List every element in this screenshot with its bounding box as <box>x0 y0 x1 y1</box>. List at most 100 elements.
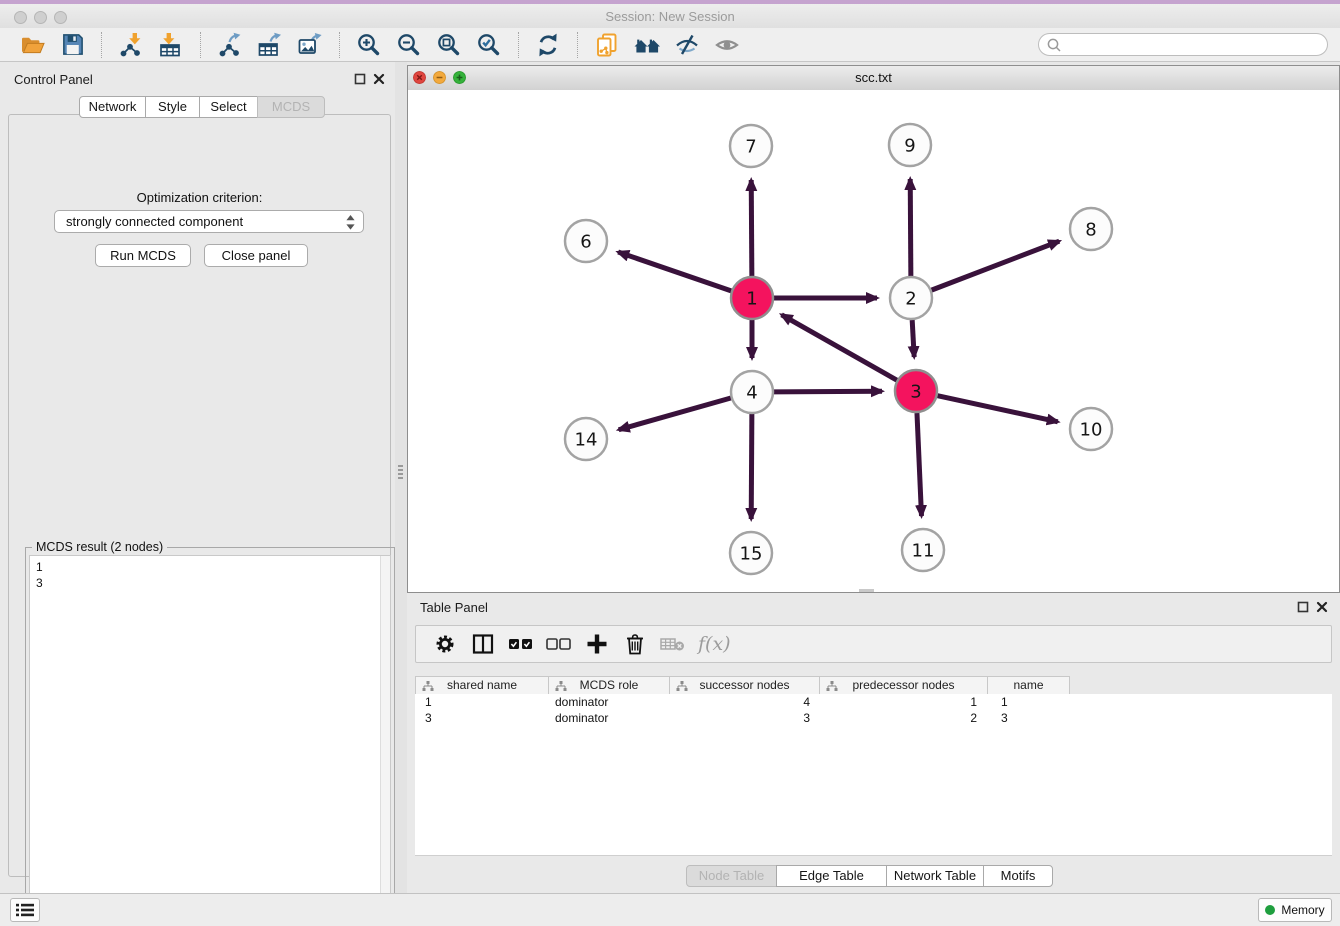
cell-predecessor-nodes[interactable]: 1 <box>822 694 991 710</box>
deselect-all-button[interactable] <box>546 631 572 657</box>
column-header-successor-nodes[interactable]: successor nodes <box>669 676 820 695</box>
graph-edge-4-14[interactable] <box>619 398 731 430</box>
close-panel-button[interactable]: Close panel <box>204 244 308 267</box>
network-view-window[interactable]: scc.txt 1234678910111415 <box>407 65 1340 593</box>
function-builder-button[interactable]: f(x) <box>698 633 731 655</box>
show-all-button[interactable] <box>713 31 741 59</box>
tab-network-table[interactable]: Network Table <box>886 865 984 887</box>
memory-button[interactable]: Memory <box>1258 898 1332 922</box>
export-table-icon <box>257 32 283 58</box>
select-all-button[interactable] <box>508 631 534 657</box>
table-row[interactable]: 1 dominator 4 1 1 <box>415 694 1332 710</box>
graph-edge-4-15[interactable] <box>751 414 752 519</box>
network-window-titlebar[interactable]: scc.txt <box>408 66 1339 91</box>
graph-edge-3-10[interactable] <box>937 396 1057 422</box>
cell-successor-nodes[interactable]: 3 <box>671 710 822 726</box>
main-titlebar[interactable]: Session: New Session <box>0 4 1340 29</box>
task-history-button[interactable] <box>10 898 40 922</box>
tab-style[interactable]: Style <box>145 96 200 118</box>
refresh-layout-button[interactable] <box>534 31 562 59</box>
cell-shared-name[interactable]: 3 <box>415 710 549 726</box>
search-input[interactable] <box>1038 33 1328 56</box>
clone-network-button[interactable] <box>593 31 621 59</box>
cell-name[interactable]: 3 <box>991 710 1074 726</box>
cell-successor-nodes[interactable]: 4 <box>671 694 822 710</box>
delete-table-icon <box>660 634 686 654</box>
panel-splitter[interactable] <box>395 62 407 893</box>
tab-node-table[interactable]: Node Table <box>686 865 777 887</box>
add-column-button[interactable] <box>584 631 610 657</box>
mcds-result-group: MCDS result (2 nodes) 1 3 <box>25 547 395 921</box>
column-label: predecessor nodes <box>852 678 954 692</box>
cell-shared-name[interactable]: 1 <box>415 694 549 710</box>
graph-edge-4-3[interactable] <box>774 391 882 392</box>
float-panel-icon[interactable] <box>354 73 366 85</box>
export-image-icon <box>297 32 323 58</box>
close-table-panel-icon[interactable] <box>1316 601 1328 613</box>
delete-column-button[interactable] <box>622 631 648 657</box>
graph-edge-2-8[interactable] <box>932 241 1060 290</box>
graph-edge-3-11[interactable] <box>917 413 922 516</box>
splitter-handle-icon[interactable] <box>398 465 403 481</box>
cell-predecessor-nodes[interactable]: 2 <box>822 710 991 726</box>
plus-icon <box>585 632 609 656</box>
criterion-label: Optimization criterion: <box>9 190 390 205</box>
cell-mcds-role[interactable]: dominator <box>549 710 671 726</box>
graph-edge-1-7[interactable] <box>751 180 752 276</box>
org-chart-icon <box>555 681 567 692</box>
network-graph[interactable]: 1234678910111415 <box>408 90 1339 592</box>
float-table-panel-icon[interactable] <box>1297 601 1309 613</box>
open-session-button[interactable] <box>18 31 46 59</box>
graph-edge-3-1[interactable] <box>782 315 897 380</box>
zoom-fit-icon <box>436 32 462 58</box>
trash-icon <box>623 632 647 656</box>
tab-motifs[interactable]: Motifs <box>983 865 1053 887</box>
graph-node-label-3: 3 <box>910 381 921 402</box>
gear-icon <box>433 632 457 656</box>
column-header-name[interactable]: name <box>987 676 1070 695</box>
column-header-shared-name[interactable]: shared name <box>415 676 549 695</box>
graph-node-label-11: 11 <box>912 540 935 561</box>
first-neighbors-button[interactable] <box>633 31 661 59</box>
hide-eye-icon <box>674 32 700 58</box>
network-canvas[interactable]: 1234678910111415 <box>408 90 1339 592</box>
zoom-out-button[interactable] <box>395 31 423 59</box>
graph-edge-1-6[interactable] <box>618 252 731 291</box>
tab-mcds[interactable]: MCDS <box>257 96 325 118</box>
tab-select[interactable]: Select <box>199 96 258 118</box>
zoom-fit-button[interactable] <box>435 31 463 59</box>
graph-edge-2-9[interactable] <box>910 179 911 276</box>
import-network-button[interactable] <box>117 31 145 59</box>
export-table-button[interactable] <box>256 31 284 59</box>
result-scrollbar[interactable] <box>380 556 390 916</box>
zoom-in-icon <box>356 32 382 58</box>
table-settings-button[interactable] <box>432 631 458 657</box>
close-panel-icon[interactable] <box>373 73 385 85</box>
tab-edge-table[interactable]: Edge Table <box>776 865 887 887</box>
cell-name[interactable]: 1 <box>991 694 1074 710</box>
run-mcds-button[interactable]: Run MCDS <box>95 244 191 267</box>
column-header-predecessor-nodes[interactable]: predecessor nodes <box>819 676 988 695</box>
graph-edge-2-3[interactable] <box>912 320 914 357</box>
save-session-button[interactable] <box>58 31 86 59</box>
column-header-mcds-role[interactable]: MCDS role <box>548 676 670 695</box>
export-network-button[interactable] <box>216 31 244 59</box>
delete-table-button[interactable] <box>660 631 686 657</box>
canvas-resize-handle[interactable] <box>859 589 874 592</box>
result-item[interactable]: 3 <box>30 575 390 591</box>
cell-mcds-role[interactable]: dominator <box>549 694 671 710</box>
window-title: Session: New Session <box>0 9 1340 24</box>
import-table-button[interactable] <box>157 31 185 59</box>
zoom-selected-button[interactable] <box>475 31 503 59</box>
table-row[interactable]: 3 dominator 3 2 3 <box>415 710 1332 726</box>
criterion-select[interactable]: strongly connected component <box>54 210 364 233</box>
result-item[interactable]: 1 <box>30 556 390 575</box>
tab-network[interactable]: Network <box>79 96 146 118</box>
node-table-body[interactable]: 1 dominator 4 1 1 3 dominator 3 2 3 <box>415 694 1332 856</box>
export-image-button[interactable] <box>296 31 324 59</box>
unchecked-boxes-icon <box>546 637 572 651</box>
mcds-result-list[interactable]: 1 3 <box>29 555 391 917</box>
split-view-button[interactable] <box>470 631 496 657</box>
zoom-in-button[interactable] <box>355 31 383 59</box>
hide-selected-button[interactable] <box>673 31 701 59</box>
